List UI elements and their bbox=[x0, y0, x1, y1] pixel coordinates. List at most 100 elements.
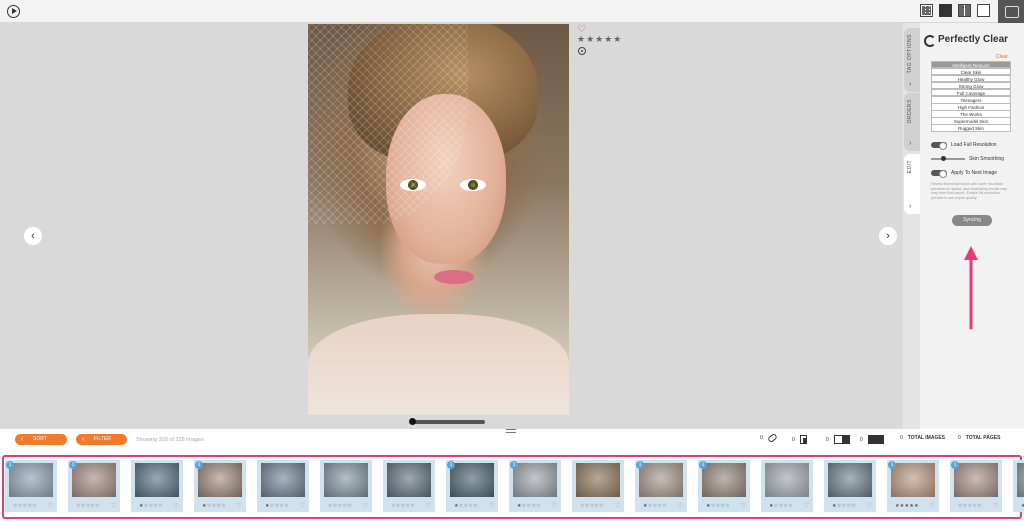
tab-orders[interactable]: ORDERS › bbox=[904, 93, 920, 151]
heart-icon[interactable]: ♡ bbox=[426, 502, 431, 509]
compare-view-icon[interactable] bbox=[958, 4, 971, 17]
filmstrip-thumbnail[interactable]: 1 ★☆☆☆☆ ♡ bbox=[509, 460, 561, 512]
usage-count-badge: 1 bbox=[510, 461, 518, 469]
thumbnail-image bbox=[954, 463, 998, 497]
heart-icon[interactable]: ♡ bbox=[489, 502, 494, 509]
filmstrip-thumbnail[interactable]: ★☆☆☆☆ ♡ bbox=[257, 460, 309, 512]
heart-icon[interactable]: ♡ bbox=[741, 502, 746, 509]
panel-title: Perfectly Clear bbox=[938, 34, 1009, 45]
photo-eye-right bbox=[460, 179, 486, 191]
filmstrip-thumbnail[interactable]: ☆☆☆☆☆ ♡ bbox=[572, 460, 624, 512]
thumbnail-rating[interactable]: ☆☆☆☆☆ bbox=[328, 503, 352, 509]
star-rating[interactable]: ★★★★★ bbox=[577, 34, 622, 45]
filmstrip-thumbnail[interactable]: 1 ★☆☆☆☆ ♡ bbox=[194, 460, 246, 512]
filmstrip-thumbnail[interactable]: 1 ☆☆☆☆☆ ♡ bbox=[5, 460, 57, 512]
clear-link[interactable]: Clear bbox=[996, 54, 1008, 60]
thumbnail-rating[interactable]: ★☆☆☆☆ bbox=[202, 503, 226, 509]
thumbnail-rating[interactable]: ☆☆☆☆☆ bbox=[391, 503, 415, 509]
heart-icon[interactable]: ♡ bbox=[174, 502, 179, 509]
usage-count-badge: 1 bbox=[636, 461, 644, 469]
heart-icon[interactable]: ♡ bbox=[615, 502, 620, 509]
filmstrip-thumbnail[interactable]: 1 ★☆☆☆☆ ♡ bbox=[635, 460, 687, 512]
heart-icon[interactable]: ♡ bbox=[678, 502, 683, 509]
tab-tag-options[interactable]: TAG OPTIONS › bbox=[904, 28, 920, 92]
chevron-right-icon: › bbox=[909, 81, 912, 88]
album-spread-icon[interactable] bbox=[867, 435, 884, 444]
filmstrip-thumbnail[interactable]: 1 ★★★★★ ♡ bbox=[887, 460, 939, 512]
photo-shoulders bbox=[308, 314, 569, 415]
heart-icon[interactable]: ♡ bbox=[867, 502, 872, 509]
heart-icon[interactable]: ♡ bbox=[300, 502, 305, 509]
heart-icon[interactable]: ♡ bbox=[993, 502, 998, 509]
previous-image-button[interactable]: ‹ bbox=[24, 227, 42, 245]
single-view-icon[interactable] bbox=[939, 4, 952, 17]
annotation-arrow-icon bbox=[964, 246, 978, 330]
chevron-right-icon: › bbox=[909, 140, 912, 147]
collapse-handle-icon[interactable] bbox=[506, 429, 516, 433]
thumbnail-rating[interactable]: ★☆☆☆☆ bbox=[643, 503, 667, 509]
thumbnail-rating[interactable]: ☆☆☆☆☆ bbox=[580, 503, 604, 509]
thumbnail-image bbox=[765, 463, 809, 497]
perfectly-clear-logo: Perfectly Clear bbox=[924, 34, 1020, 48]
filmstrip-thumbnail[interactable]: ★☆☆☆☆ ♡ bbox=[824, 460, 876, 512]
filmstrip-thumbnail[interactable]: ☆☆☆☆☆ ♡ bbox=[320, 460, 372, 512]
skin-smoothing-slider[interactable] bbox=[931, 156, 965, 161]
filmstrip-thumbnail[interactable]: ★☆☆☆☆ ♡ bbox=[761, 460, 813, 512]
total-pages: 0 TOTAL PAGES bbox=[958, 435, 1000, 441]
grid-view-icon[interactable] bbox=[920, 4, 933, 17]
thumbnail-rating[interactable]: ☆☆☆☆☆ bbox=[76, 503, 100, 509]
thumbnail-image bbox=[513, 463, 557, 497]
thumbnail-rating[interactable]: ★☆☆☆☆ bbox=[832, 503, 856, 509]
thumbnail-rating[interactable]: ★★★★★ bbox=[895, 503, 919, 509]
heart-icon[interactable]: ♡ bbox=[930, 502, 935, 509]
heart-icon[interactable]: ♡ bbox=[804, 502, 809, 509]
count-value: 0 bbox=[860, 436, 863, 443]
heart-icon[interactable]: ♡ bbox=[48, 502, 53, 509]
syncing-button[interactable]: Syncing bbox=[952, 215, 992, 226]
link-icon[interactable] bbox=[766, 432, 778, 444]
thumbnail-image bbox=[387, 463, 431, 497]
tab-edit[interactable]: EDIT › bbox=[904, 154, 920, 214]
thumbnail-rating[interactable]: ☆☆☆☆☆ bbox=[958, 503, 982, 509]
image-scrubber[interactable] bbox=[409, 418, 485, 425]
spread-icon[interactable] bbox=[833, 435, 850, 444]
sort-button[interactable]: SORT bbox=[15, 434, 67, 445]
thumbnail-rating[interactable]: ★☆☆☆☆ bbox=[454, 503, 478, 509]
single-page-icon[interactable] bbox=[799, 435, 807, 444]
blank-view-icon[interactable] bbox=[977, 4, 990, 17]
total-images-label: TOTAL IMAGES bbox=[907, 435, 946, 441]
target-icon[interactable] bbox=[578, 47, 586, 55]
filmstrip-thumbnail[interactable]: 1 ★☆☆☆☆ ♡ bbox=[446, 460, 498, 512]
top-toolbar bbox=[0, 0, 1024, 23]
heart-icon[interactable]: ♡ bbox=[552, 502, 557, 509]
total-images: 0 TOTAL IMAGES bbox=[900, 435, 945, 441]
thumbnail-rating[interactable]: ★☆☆☆☆ bbox=[517, 503, 541, 509]
usage-count-badge: 1 bbox=[69, 461, 77, 469]
preset-item[interactable]: Rugged Skin bbox=[931, 124, 1011, 132]
filmstrip-thumbnail[interactable]: ★☆☆☆☆ ♡ bbox=[131, 460, 183, 512]
filmstrip-thumbnail[interactable]: ★☆☆☆☆♡ bbox=[1013, 460, 1024, 512]
photo-lips bbox=[434, 270, 474, 284]
panel-note: Fastest thumbnail works with lower resol… bbox=[931, 182, 1008, 200]
filmstrip-thumbnail[interactable]: 1 ☆☆☆☆☆ ♡ bbox=[950, 460, 1002, 512]
apply-next-toggle[interactable] bbox=[931, 170, 947, 178]
filmstrip-thumbnail[interactable]: ☆☆☆☆☆ ♡ bbox=[383, 460, 435, 512]
usage-count-badge: 1 bbox=[447, 461, 455, 469]
heart-icon[interactable]: ♡ bbox=[237, 502, 242, 509]
usage-count-badge: 1 bbox=[699, 461, 707, 469]
filmstrip-thumbnail[interactable]: 1 ☆☆☆☆☆ ♡ bbox=[68, 460, 120, 512]
album-icon[interactable] bbox=[998, 0, 1024, 23]
thumbnail-rating[interactable]: ★☆☆☆☆ bbox=[139, 503, 163, 509]
heart-icon[interactable]: ♡ bbox=[363, 502, 368, 509]
filmstrip-thumbnail[interactable]: 1 ★☆☆☆☆ ♡ bbox=[698, 460, 750, 512]
next-image-button[interactable]: › bbox=[879, 227, 897, 245]
thumbnail-rating[interactable]: ★☆☆☆☆ bbox=[265, 503, 289, 509]
heart-icon[interactable]: ♡ bbox=[111, 502, 116, 509]
play-circle-icon[interactable] bbox=[7, 5, 20, 18]
thumbnail-rating[interactable]: ★☆☆☆☆ bbox=[706, 503, 730, 509]
load-full-resolution-toggle[interactable] bbox=[931, 142, 947, 150]
thumbnail-rating[interactable]: ☆☆☆☆☆ bbox=[13, 503, 37, 509]
main-photo bbox=[308, 24, 569, 415]
thumbnail-rating[interactable]: ★☆☆☆☆ bbox=[769, 503, 793, 509]
filter-button[interactable]: FILTER bbox=[76, 434, 127, 445]
